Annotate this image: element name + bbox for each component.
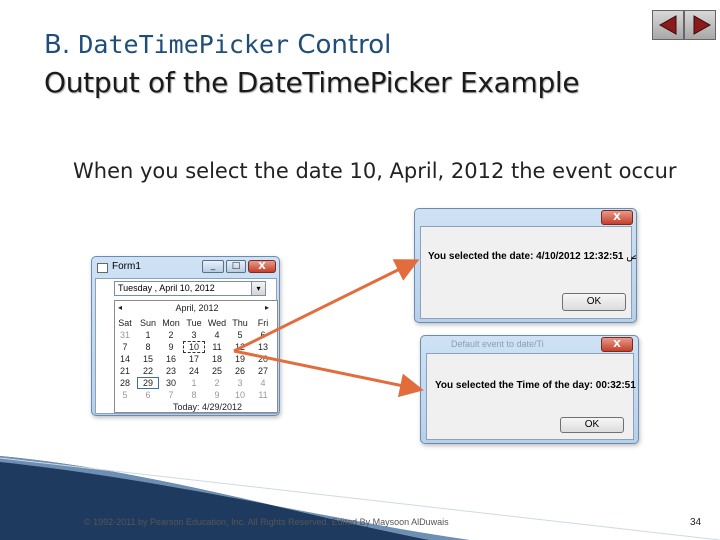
slide: B. DateTimePicker Control Output of the … bbox=[0, 0, 720, 540]
arrow-to-date-message bbox=[233, 259, 420, 353]
arrow-to-time-message bbox=[233, 349, 424, 398]
page-number: 34 bbox=[690, 517, 702, 528]
copyright-footer: © 1992-2011 by Pearson Education, Inc. A… bbox=[84, 517, 449, 527]
annotation-overlay bbox=[0, 259, 720, 540]
